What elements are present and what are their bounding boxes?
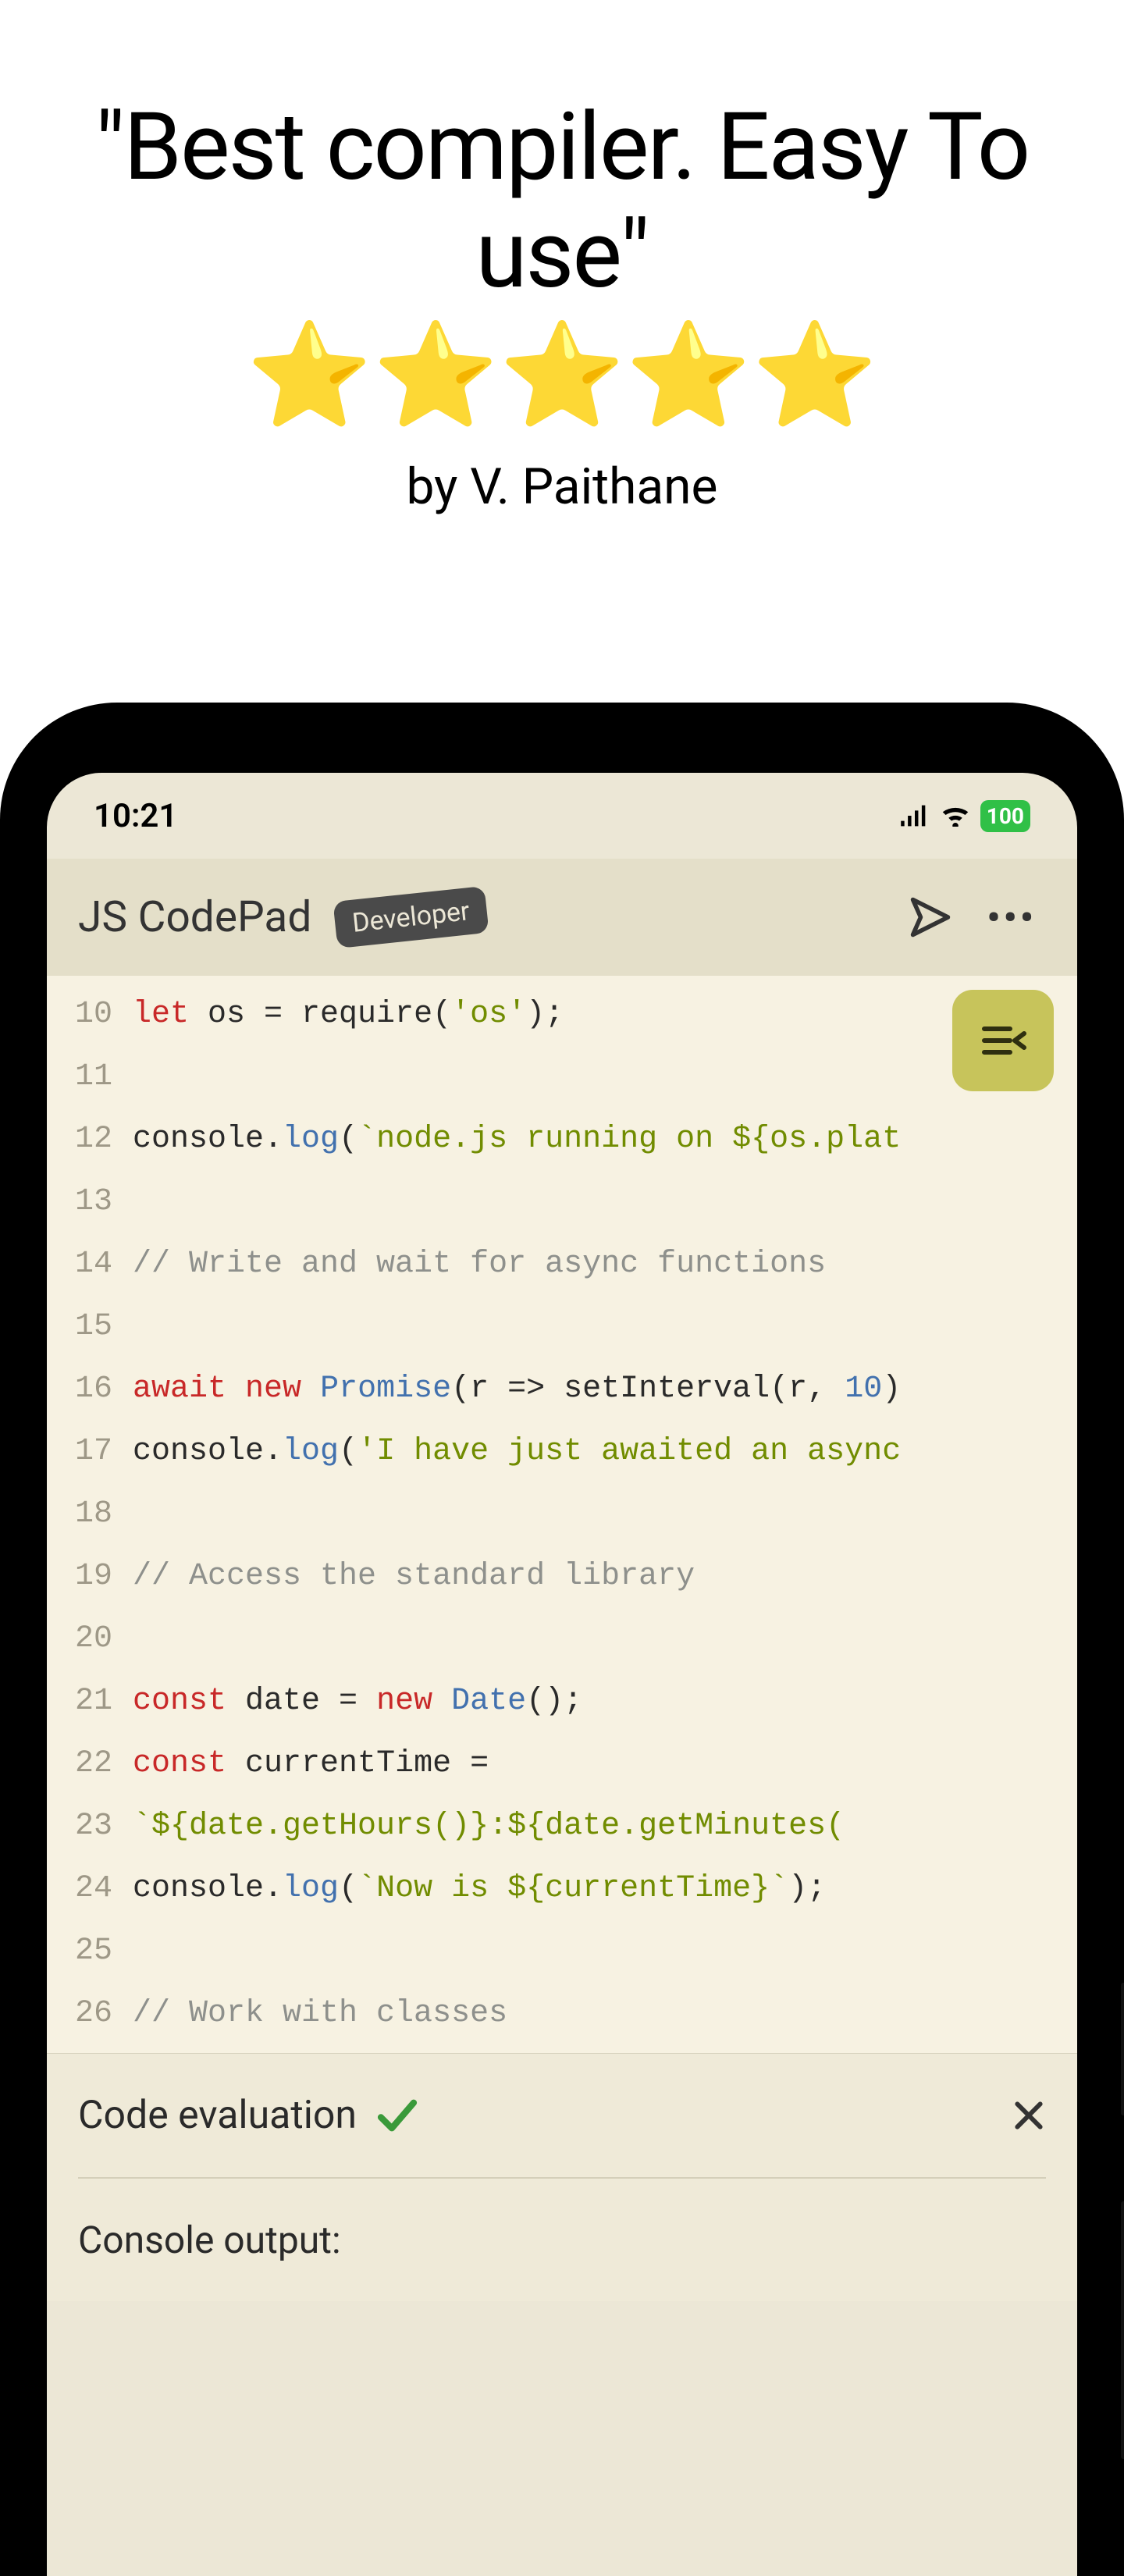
line-number: 14	[47, 1233, 133, 1296]
code-content: let os = require('os');	[133, 984, 564, 1046]
status-bar: 10:21 100	[47, 773, 1077, 859]
code-line[interactable]: 24console.log(`Now is ${currentTime}`);	[47, 1858, 1077, 1920]
divider	[78, 2177, 1046, 2179]
code-content: // Work with classes	[133, 1983, 507, 2045]
code-content	[133, 1483, 151, 1546]
line-number: 19	[47, 1546, 133, 1608]
code-content: const date = new Date();	[133, 1670, 582, 1733]
code-line[interactable]: 22const currentTime =	[47, 1733, 1077, 1795]
developer-badge: Developer	[333, 886, 489, 948]
quote-byline: by V. Paithane	[0, 457, 1124, 516]
collapse-button[interactable]	[952, 990, 1054, 1091]
battery-badge: 100	[980, 800, 1030, 832]
line-number: 10	[47, 984, 133, 1046]
code-content: await new Promise(r => setInterval(r, 10…	[133, 1358, 901, 1421]
code-content: const currentTime =	[133, 1733, 489, 1795]
code-line[interactable]: 20	[47, 1608, 1077, 1670]
code-line[interactable]: 21const date = new Date();	[47, 1670, 1077, 1733]
code-content	[133, 1171, 151, 1233]
evaluation-title: Code evaluation	[78, 2093, 357, 2138]
line-number: 24	[47, 1858, 133, 1920]
code-line[interactable]: 25	[47, 1920, 1077, 1983]
code-line[interactable]: 16await new Promise(r => setInterval(r, …	[47, 1358, 1077, 1421]
code-editor[interactable]: 10let os = require('os');11 12console.lo…	[47, 976, 1077, 2053]
line-number: 17	[47, 1421, 133, 1483]
line-number: 23	[47, 1795, 133, 1858]
evaluation-panel: Code evaluation Console output:	[47, 2053, 1077, 2301]
close-button[interactable]	[1012, 2098, 1046, 2133]
quote-section: "Best compiler. Easy To use" ⭐⭐⭐⭐⭐ by V.…	[0, 0, 1124, 516]
wifi-icon	[940, 797, 971, 835]
code-content: `${date.getHours()}:${date.getMinutes(	[133, 1795, 845, 1858]
phone-screen: 10:21 100 JS CodePad Developer •••	[47, 773, 1077, 2576]
code-line[interactable]: 11	[47, 1046, 1077, 1108]
code-line[interactable]: 26// Work with classes	[47, 1983, 1077, 2045]
line-number: 18	[47, 1483, 133, 1546]
line-number: 21	[47, 1670, 133, 1733]
phone-side-button	[1121, 2201, 1124, 2459]
run-button[interactable]	[907, 894, 954, 941]
line-number: 25	[47, 1920, 133, 1983]
code-content: // Access the standard library	[133, 1546, 695, 1608]
app-title: JS CodePad	[78, 892, 311, 942]
code-content	[133, 1920, 151, 1983]
code-line[interactable]: 15	[47, 1296, 1077, 1358]
more-button[interactable]: •••	[977, 895, 1046, 940]
line-number: 26	[47, 1983, 133, 2045]
check-icon	[375, 2094, 419, 2137]
code-content: // Write and wait for async functions	[133, 1233, 826, 1296]
phone-frame: 10:21 100 JS CodePad Developer •••	[0, 703, 1124, 2576]
signal-icon	[899, 797, 930, 835]
code-line[interactable]: 18	[47, 1483, 1077, 1546]
line-number: 13	[47, 1171, 133, 1233]
status-time: 10:21	[94, 797, 177, 835]
code-content	[133, 1046, 151, 1108]
quote-text: "Best compiler. Easy To use"	[0, 94, 1124, 309]
code-line[interactable]: 19// Access the standard library	[47, 1546, 1077, 1608]
code-content	[133, 1608, 151, 1670]
line-number: 20	[47, 1608, 133, 1670]
code-line[interactable]: 13	[47, 1171, 1077, 1233]
app-header: JS CodePad Developer •••	[47, 859, 1077, 976]
phone-side-button	[1121, 1983, 1124, 2115]
line-number: 15	[47, 1296, 133, 1358]
line-number: 16	[47, 1358, 133, 1421]
code-line[interactable]: 23 `${date.getHours()}:${date.getMinutes…	[47, 1795, 1077, 1858]
code-content: console.log(`Now is ${currentTime}`);	[133, 1858, 826, 1920]
code-line[interactable]: 10let os = require('os');	[47, 984, 1077, 1046]
rating-stars: ⭐⭐⭐⭐⭐	[0, 325, 1124, 426]
code-content: console.log('I have just awaited an asyn…	[133, 1421, 901, 1483]
code-content: console.log(`node.js running on ${os.pla…	[133, 1108, 901, 1171]
line-number: 22	[47, 1733, 133, 1795]
code-line[interactable]: 14// Write and wait for async functions	[47, 1233, 1077, 1296]
status-right: 100	[899, 797, 1030, 835]
line-number: 11	[47, 1046, 133, 1108]
console-output-label: Console output:	[78, 2218, 1046, 2262]
code-line[interactable]: 17console.log('I have just awaited an as…	[47, 1421, 1077, 1483]
line-number: 12	[47, 1108, 133, 1171]
code-line[interactable]: 12console.log(`node.js running on ${os.p…	[47, 1108, 1077, 1171]
code-content	[133, 1296, 151, 1358]
